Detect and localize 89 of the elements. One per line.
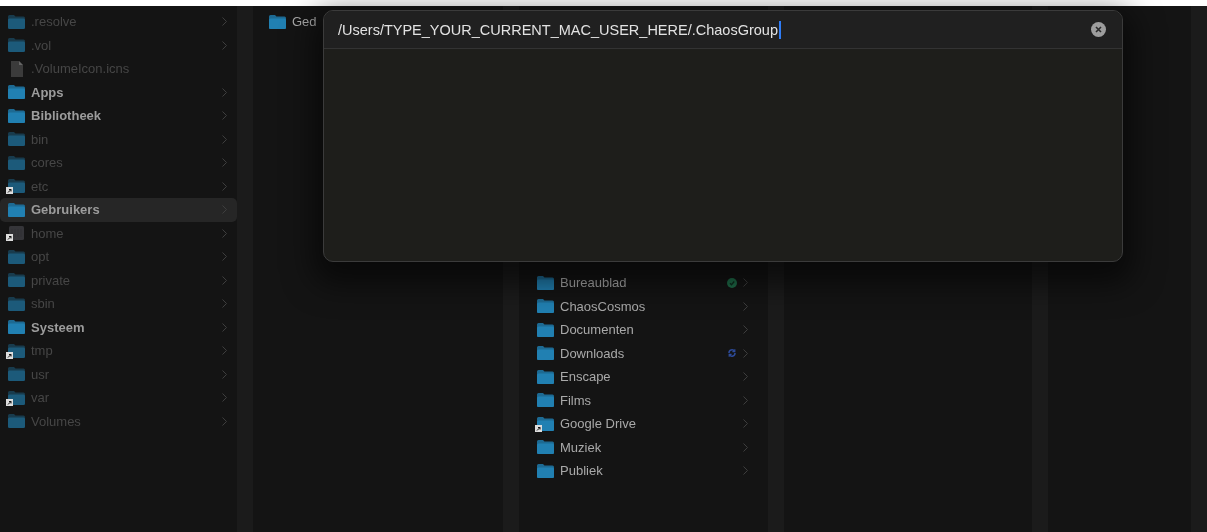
folder-icon xyxy=(8,179,25,194)
alias-arrow-icon xyxy=(6,398,13,406)
file-name: Documenten xyxy=(560,322,635,338)
grid-icon xyxy=(8,226,25,241)
file-name: Downloads xyxy=(560,345,626,361)
file-name: Bibliotheek xyxy=(31,108,103,124)
file-list-row[interactable]: Muziek xyxy=(529,435,758,459)
file-name: Apps xyxy=(31,84,65,100)
folder-icon xyxy=(8,14,25,29)
document-icon xyxy=(8,60,25,77)
folder-icon xyxy=(8,343,25,358)
folder-icon xyxy=(8,108,25,123)
folder-icon xyxy=(537,275,554,290)
alias-arrow-icon xyxy=(535,424,542,432)
file-list-row[interactable]: Downloads xyxy=(529,341,758,365)
chevron-right-icon xyxy=(222,87,227,97)
chevron-right-icon xyxy=(222,299,227,309)
chevron-right-icon xyxy=(743,348,748,358)
folder-icon xyxy=(8,390,25,405)
chevron-right-icon xyxy=(743,372,748,382)
file-name: Ged xyxy=(292,14,317,30)
file-name: Muziek xyxy=(560,439,603,455)
alias-arrow-icon xyxy=(6,234,13,242)
chevron-right-icon xyxy=(222,369,227,379)
folder-icon xyxy=(8,38,25,53)
chevron-right-icon xyxy=(743,419,748,429)
chevron-right-icon xyxy=(743,278,748,288)
file-list-row[interactable]: Google Drive xyxy=(529,412,758,436)
chevron-right-icon xyxy=(222,17,227,27)
folder-icon xyxy=(8,155,25,170)
file-name: Bureaublad xyxy=(560,275,628,291)
chevron-right-icon xyxy=(222,205,227,215)
folder-icon xyxy=(537,299,554,314)
file-name: Systeem xyxy=(31,319,86,335)
chevron-right-icon xyxy=(222,134,227,144)
chevron-right-icon xyxy=(222,181,227,191)
chevron-right-icon xyxy=(222,346,227,356)
close-icon xyxy=(1095,26,1102,33)
folder-icon xyxy=(8,273,25,288)
file-name: Films xyxy=(560,392,593,408)
file-list-row[interactable]: Systeem xyxy=(0,315,237,339)
folder-icon xyxy=(537,369,554,384)
file-list-row[interactable]: Bureaublad xyxy=(529,271,758,295)
folder-icon xyxy=(537,440,554,455)
chevron-right-icon xyxy=(222,158,227,168)
folder-icon xyxy=(537,322,554,337)
chevron-right-icon xyxy=(222,40,227,50)
folder-icon xyxy=(537,393,554,408)
file-list-row[interactable]: Gebruikers xyxy=(0,198,237,222)
file-name: Publiek xyxy=(560,463,604,479)
file-name: Google Drive xyxy=(560,416,637,432)
folder-icon xyxy=(537,463,554,478)
chevron-right-icon xyxy=(743,325,748,335)
clear-button[interactable] xyxy=(1091,22,1106,37)
folder-icon xyxy=(8,202,25,217)
file-list-row[interactable]: Enscape xyxy=(529,365,758,389)
file-list-row[interactable]: Ged xyxy=(261,10,333,34)
alias-arrow-icon xyxy=(6,187,13,195)
chevron-right-icon xyxy=(222,228,227,238)
folder-icon xyxy=(8,249,25,264)
file-list-row[interactable]: Publiek xyxy=(529,459,758,483)
folder-icon xyxy=(8,367,25,382)
chevron-right-icon xyxy=(222,416,227,426)
path-field[interactable]: /Users/TYPE_YOUR_CURRENT_MAC_USER_HERE/.ChaosGroup xyxy=(336,16,1081,43)
chevron-right-icon xyxy=(222,322,227,332)
folder-icon xyxy=(8,85,25,100)
file-list-row[interactable]: Bibliotheek xyxy=(0,104,237,128)
chevron-right-icon xyxy=(222,111,227,121)
chevron-right-icon xyxy=(222,252,227,262)
folder-icon xyxy=(8,296,25,311)
file-list-row[interactable]: ChaosCosmos xyxy=(529,294,758,318)
folder-icon xyxy=(8,132,25,147)
alias-arrow-icon xyxy=(6,351,13,359)
chevron-right-icon xyxy=(743,301,748,311)
chevron-right-icon xyxy=(222,393,227,403)
file-name: ChaosCosmos xyxy=(560,298,647,314)
file-name: Enscape xyxy=(560,369,612,385)
folder-icon xyxy=(8,320,25,335)
chevron-right-icon xyxy=(743,466,748,476)
folder-icon xyxy=(269,14,286,29)
file-name: Gebruikers xyxy=(31,202,101,218)
chevron-right-icon xyxy=(743,395,748,405)
chevron-right-icon xyxy=(743,442,748,452)
file-list-row[interactable]: Documenten xyxy=(529,318,758,342)
folder-icon xyxy=(8,414,25,429)
chevron-right-icon xyxy=(222,275,227,285)
file-list-row[interactable]: Apps xyxy=(0,80,237,104)
folder-icon xyxy=(537,346,554,361)
file-list-row[interactable]: Films xyxy=(529,388,758,412)
